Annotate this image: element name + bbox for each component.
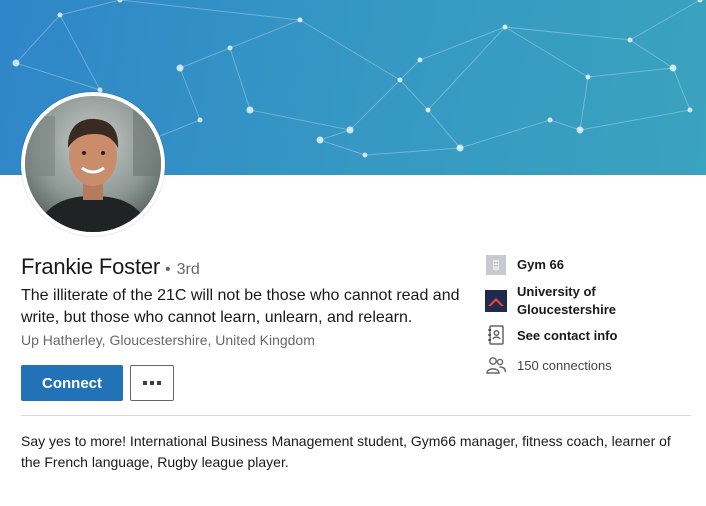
network-line bbox=[299, 19, 401, 81]
network-line bbox=[229, 19, 301, 49]
network-node bbox=[12, 59, 20, 67]
network-line bbox=[249, 109, 351, 131]
ellipsis-icon bbox=[143, 381, 147, 385]
network-line bbox=[629, 0, 701, 41]
network-line bbox=[419, 26, 506, 61]
network-node bbox=[669, 64, 677, 72]
contact-info-item[interactable]: See contact info bbox=[485, 324, 617, 346]
ellipsis-icon bbox=[150, 381, 154, 385]
school-name: University of Gloucestershire bbox=[517, 283, 616, 319]
network-line bbox=[587, 67, 674, 78]
connect-button[interactable]: Connect bbox=[21, 365, 123, 401]
network-node bbox=[456, 144, 464, 152]
profile-location: Up Hatherley, Gloucestershire, United Ki… bbox=[21, 332, 315, 348]
network-line bbox=[229, 47, 251, 111]
network-node bbox=[346, 126, 354, 134]
connections-item[interactable]: 150 connections bbox=[485, 354, 612, 376]
profile-name: Frankie Foster bbox=[21, 254, 161, 279]
name-row: Frankie Foster • 3rd bbox=[21, 254, 200, 280]
avatar bbox=[25, 96, 161, 232]
network-node bbox=[297, 17, 303, 23]
network-node bbox=[627, 37, 633, 43]
contact-card-icon bbox=[485, 324, 507, 346]
network-line bbox=[399, 59, 421, 81]
network-node bbox=[585, 74, 591, 80]
school-name-line1: University of bbox=[517, 284, 596, 299]
network-line bbox=[364, 147, 461, 156]
network-line bbox=[672, 67, 691, 111]
school-name-line2: Gloucestershire bbox=[517, 302, 616, 317]
network-line bbox=[549, 119, 581, 131]
company-item[interactable]: Gym 66 bbox=[485, 254, 564, 276]
network-line bbox=[349, 79, 401, 131]
network-node bbox=[227, 45, 233, 51]
connection-degree: 3rd bbox=[176, 261, 200, 278]
network-line bbox=[319, 139, 366, 156]
network-node bbox=[117, 0, 123, 3]
network-node bbox=[362, 152, 368, 158]
profile-summary: Say yes to more! International Business … bbox=[21, 433, 671, 470]
more-actions-button[interactable] bbox=[130, 365, 174, 401]
network-node bbox=[425, 107, 431, 113]
company-placeholder-icon bbox=[485, 254, 507, 276]
see-contact-info-link[interactable]: See contact info bbox=[517, 327, 617, 345]
network-node bbox=[197, 117, 203, 123]
profile-headline: The illiterate of the 21C will not be th… bbox=[21, 287, 460, 326]
degree-separator: • bbox=[165, 261, 171, 278]
network-line bbox=[629, 39, 674, 69]
network-node bbox=[417, 57, 423, 63]
section-divider bbox=[21, 415, 691, 416]
ellipsis-icon bbox=[157, 381, 161, 385]
network-node bbox=[397, 77, 403, 83]
network-node bbox=[176, 64, 184, 72]
network-line bbox=[459, 119, 551, 149]
person-photo-illustration bbox=[25, 96, 161, 232]
network-line bbox=[579, 109, 691, 131]
network-node bbox=[316, 136, 324, 144]
network-node bbox=[547, 117, 553, 123]
network-node bbox=[576, 126, 584, 134]
network-line bbox=[427, 26, 506, 111]
network-node bbox=[502, 24, 508, 30]
company-name: Gym 66 bbox=[517, 257, 564, 272]
network-line bbox=[59, 0, 121, 16]
people-icon bbox=[485, 354, 507, 376]
network-line bbox=[179, 47, 231, 69]
university-logo-icon bbox=[485, 290, 507, 312]
network-node bbox=[246, 106, 254, 114]
network-line bbox=[179, 67, 201, 121]
network-line bbox=[15, 14, 61, 64]
network-line bbox=[319, 129, 351, 141]
network-line bbox=[119, 0, 301, 21]
network-node bbox=[697, 0, 703, 3]
network-line bbox=[399, 79, 429, 111]
school-item[interactable]: University of Gloucestershire bbox=[485, 284, 616, 319]
network-line bbox=[579, 76, 589, 131]
network-line bbox=[427, 109, 461, 149]
network-node bbox=[57, 12, 63, 18]
network-node bbox=[687, 107, 693, 113]
connections-count[interactable]: 150 connections bbox=[517, 357, 612, 375]
profile-photo[interactable] bbox=[21, 92, 165, 236]
